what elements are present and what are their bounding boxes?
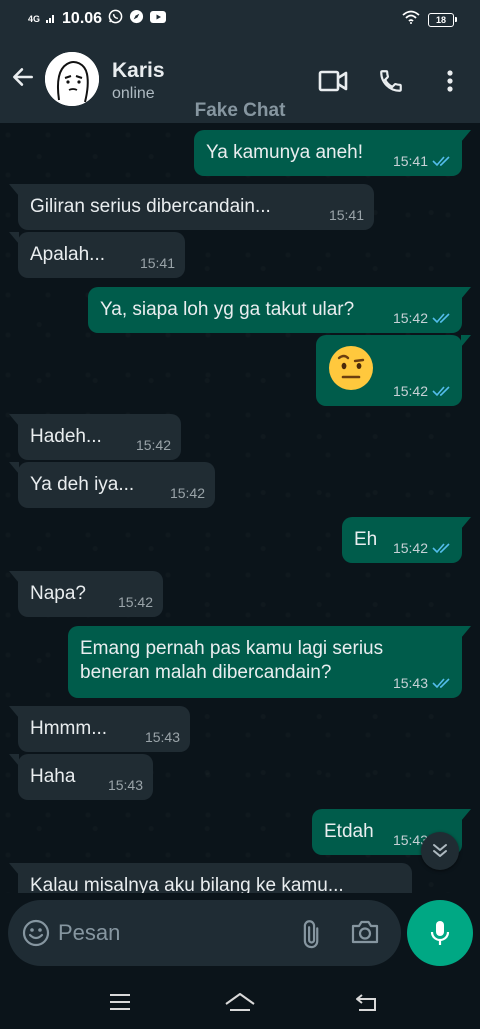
camera-icon [351,920,379,944]
message-time: 15:42 [392,540,428,556]
avatar[interactable] [45,52,99,106]
message-input[interactable] [58,915,288,951]
message-text-line-1: Emang pernah pas kamu lagi serius [80,638,384,659]
message-text: Hadeh... [30,426,102,447]
message-bubble-outgoing[interactable]: Ya, siapa loh yg ga takut ular? 15:42 [88,287,471,333]
video-call-icon [318,70,348,92]
home-icon [225,993,255,1011]
message-text-line-2: beneran malah dibercandain? [80,662,332,683]
message-bubble-incoming[interactable]: Ya deh iya... 15:42 [9,462,215,508]
attach-icon [303,920,319,949]
message-time: 15:43 [144,729,180,745]
message-time: 15:42 [117,594,153,610]
double-check-read-icon [432,543,450,554]
message-bubble-incoming[interactable]: Haha 15:43 [9,754,153,800]
message-bubble-incoming[interactable]: Apalah... 15:41 [9,232,185,278]
camera-button[interactable] [350,918,380,948]
message-time: 15:42 [135,437,171,453]
more-menu-icon [447,70,453,92]
message-text: Ya, siapa loh yg ga takut ular? [100,299,355,320]
voice-record-button[interactable] [407,900,473,966]
home-button[interactable] [222,988,258,1016]
mic-icon [430,921,450,945]
message-text: Ya deh iya... [30,474,135,495]
message-time: 15:41 [139,255,175,271]
contact-name[interactable]: Karis [112,59,165,83]
message-time: 15:41 [328,207,364,223]
message-bubble-incoming[interactable]: Giliran serius dibercandain... 15:41 [9,184,374,230]
chat-area[interactable]: Ya kamunya aneh! 15:41 Giliran serius di… [0,123,480,893]
message-text: Ya kamunya aneh! [206,142,364,163]
compass-notification-icon [129,9,144,29]
attach-button[interactable] [298,919,328,949]
message-composer [8,900,401,966]
message-text: Etdah [324,821,374,842]
back-nav-button[interactable] [348,988,384,1016]
message-bubble-incoming[interactable]: Kalau misalnya aku bilang ke kamu... [9,863,412,893]
message-bubble-outgoing[interactable]: Ya kamunya aneh! 15:41 [194,130,471,176]
voice-call-button[interactable] [374,64,408,98]
recent-apps-button[interactable] [102,988,138,1016]
message-time: 15:42 [392,310,428,326]
network-indicator: 4G [28,13,41,24]
watermark-text: Fake Chat [194,100,286,121]
video-call-button[interactable] [316,64,350,98]
back-arrow-icon [13,68,33,86]
message-time: 15:41 [392,153,428,169]
message-time: 15:42 [392,383,428,399]
signal-icon [46,10,56,28]
message-time: 15:43 [107,777,143,793]
message-text: Apalah... [30,244,105,265]
battery-indicator: 18 [428,12,457,27]
message-time: 15:43 [392,675,428,691]
status-time: 10.06 [62,10,103,27]
message-bubble-outgoing[interactable]: Emang pernah pas kamu lagi serius benera… [68,626,471,698]
emoji-button[interactable] [22,919,50,947]
scroll-to-bottom-button[interactable] [421,832,459,870]
message-bubble-outgoing-emoji[interactable]: 15:42 [316,335,471,406]
message-text: Eh [354,529,378,550]
back-button[interactable] [8,62,38,92]
message-text: Napa? [30,583,86,604]
double-check-read-icon [432,156,450,167]
double-check-read-icon [432,313,450,324]
whatsapp-notification-icon [108,9,123,29]
more-options-button[interactable] [433,64,467,98]
message-text: Giliran serius dibercandain... [30,196,271,217]
double-check-read-icon [432,386,450,397]
chevron-double-down-icon [433,844,447,857]
message-bubble-incoming[interactable]: Napa? 15:42 [9,571,163,617]
message-time: 15:42 [169,485,205,501]
raised-eyebrow-face-icon [329,346,373,390]
message-bubble-outgoing[interactable]: Eh 15:42 [342,517,471,563]
status-bar: 4G 10.06 18 [0,0,480,40]
wifi-icon [402,10,420,29]
emoji-icon [22,919,50,947]
youtube-notification-icon [150,10,167,29]
message-text: Hmmm... [30,718,108,739]
menu-lines-icon [110,994,130,1010]
message-bubble-incoming[interactable]: Hadeh... 15:42 [9,414,181,460]
back-nav-icon [356,994,376,1011]
system-navigation-bar [0,974,480,1029]
message-text: Kalau misalnya aku bilang ke kamu... [30,875,344,893]
double-check-read-icon [432,678,450,689]
message-bubble-incoming[interactable]: Hmmm... 15:43 [9,706,190,752]
phone-icon [380,70,402,92]
message-text: Haha [30,766,76,787]
